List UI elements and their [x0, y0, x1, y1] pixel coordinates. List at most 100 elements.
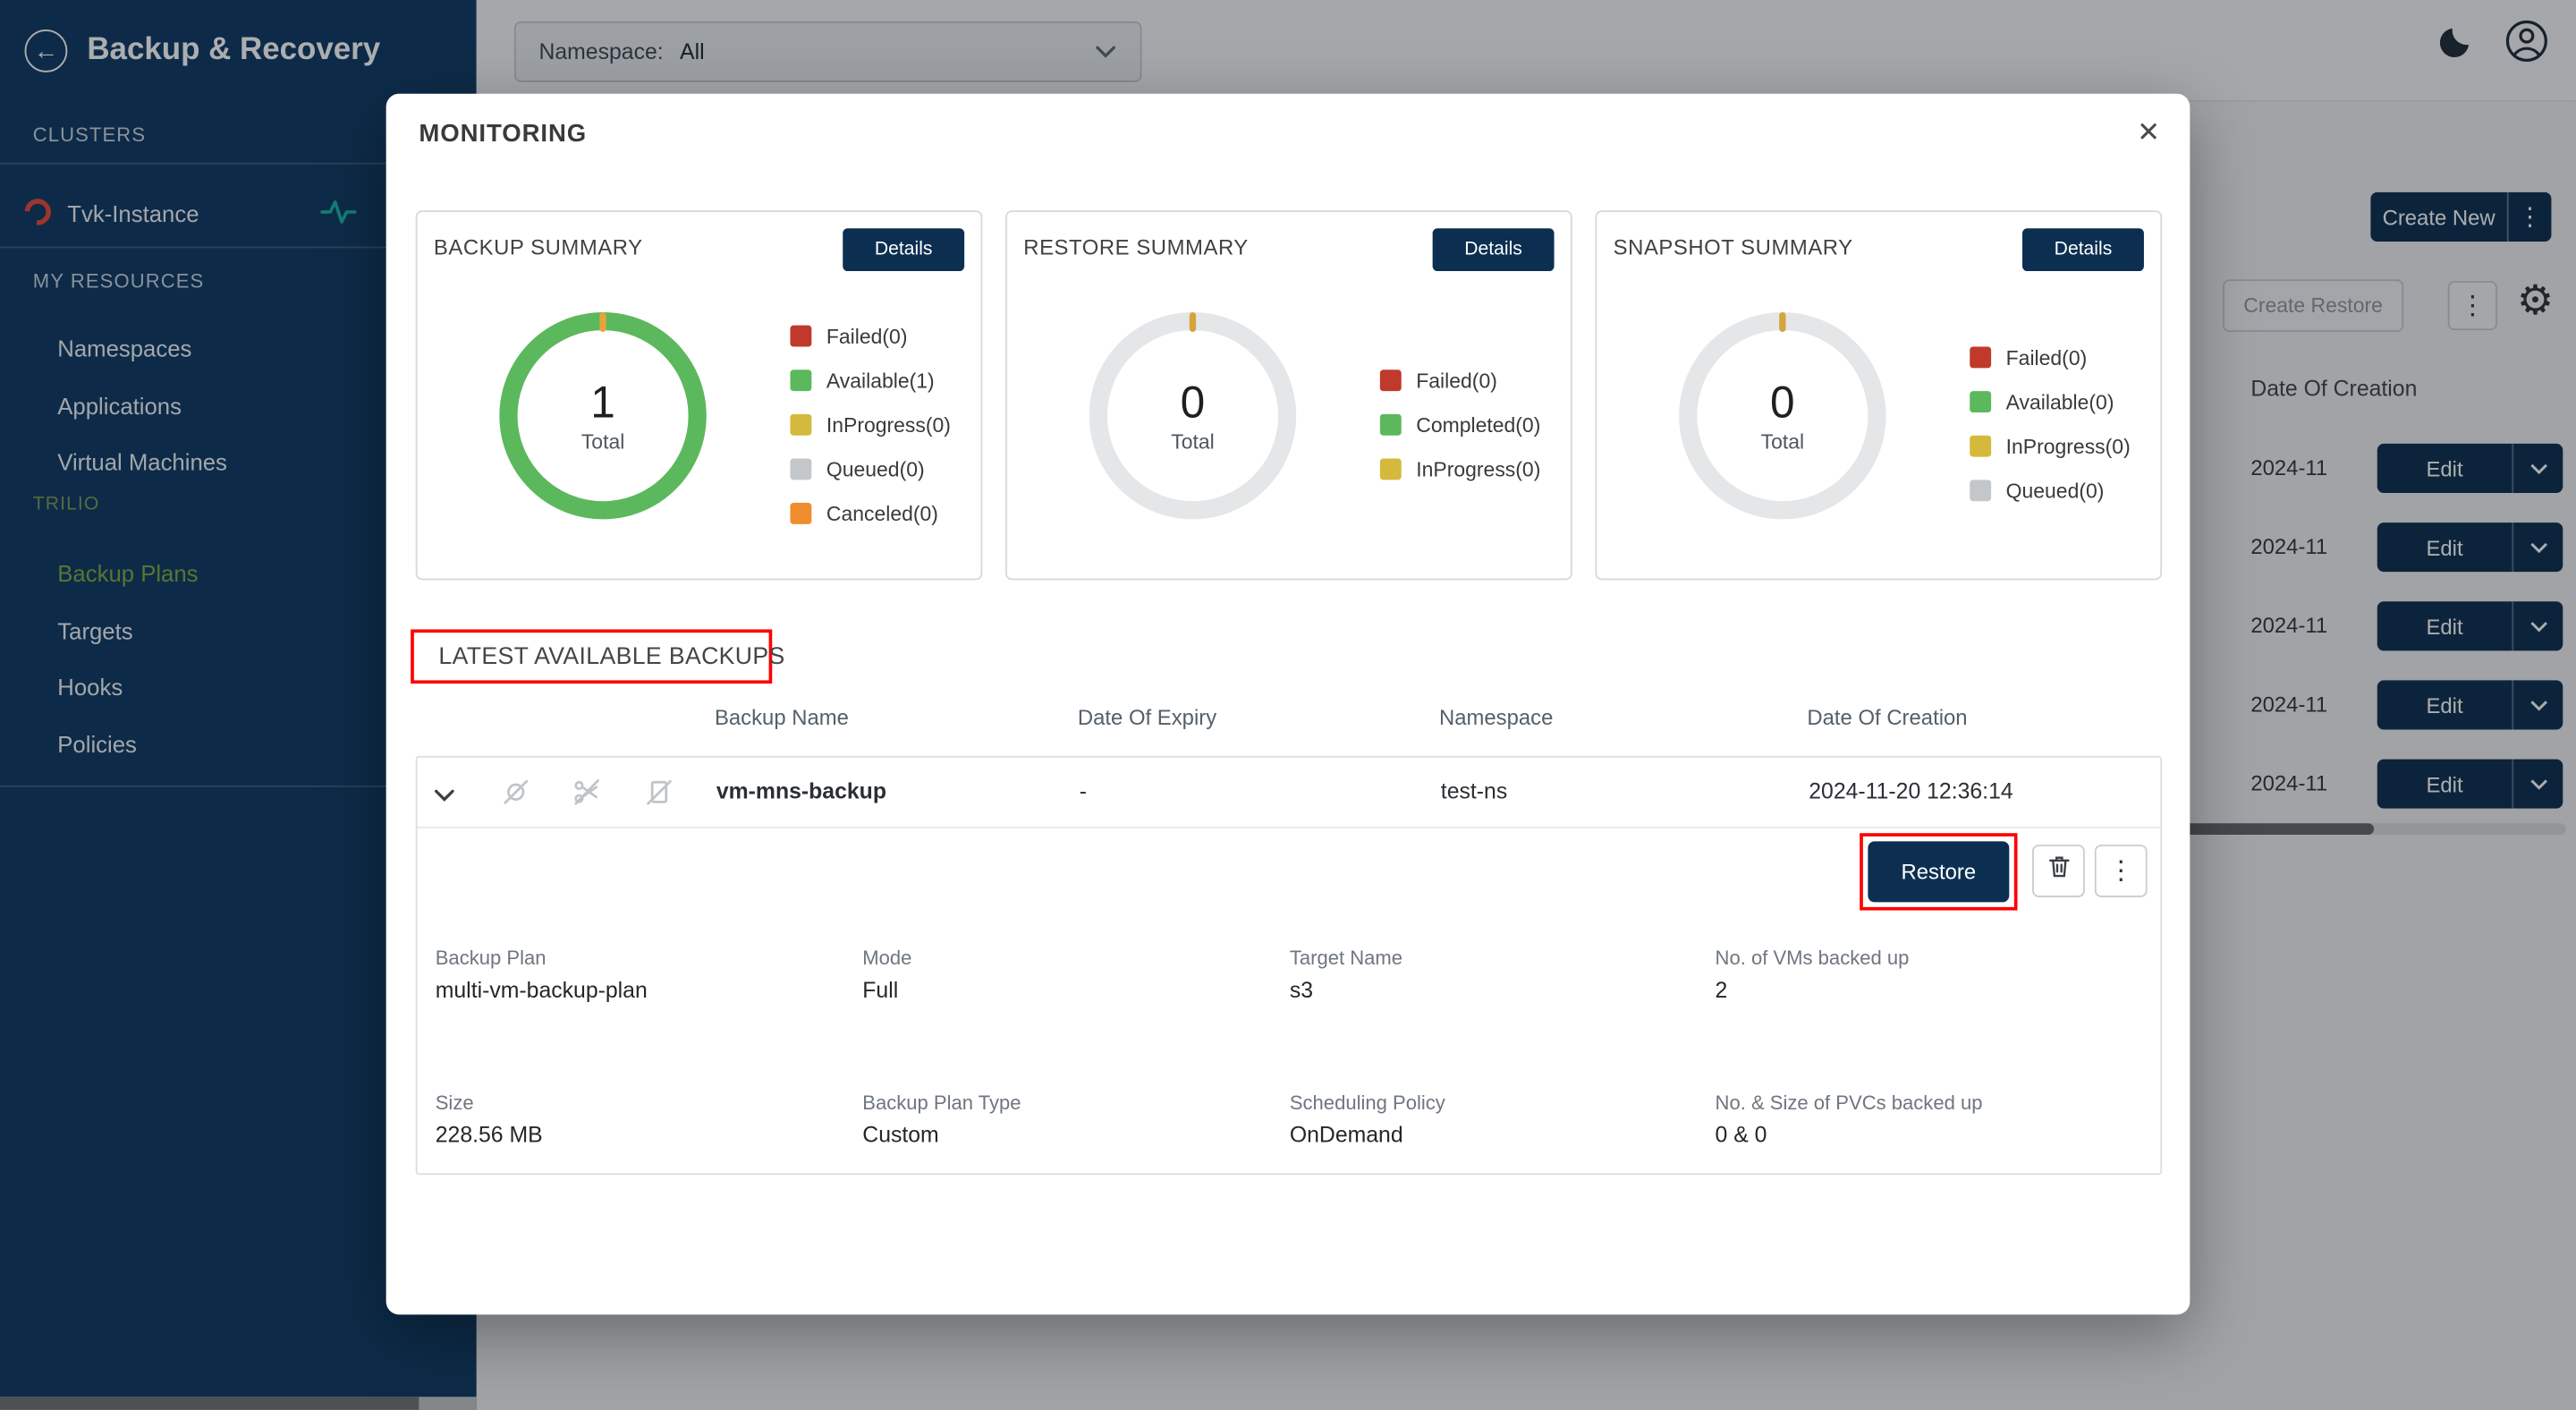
- snapshot-donut-chart: 0 Total: [1679, 312, 1885, 519]
- legend-item: Failed(0): [790, 314, 951, 359]
- field-value: 0 & 0: [1716, 1122, 1983, 1147]
- legend-swatch: [790, 503, 811, 524]
- cell-backup-name: vm-mns-backup: [716, 779, 886, 804]
- field-value: Full: [862, 978, 911, 1003]
- legend-swatch: [1970, 480, 1991, 501]
- field-value: 228.56 MB: [436, 1122, 543, 1147]
- legend-swatch: [790, 414, 811, 436]
- field-target-name: Target Name s3: [1290, 947, 1402, 1002]
- cell-namespace: test-ns: [1441, 779, 1507, 804]
- column-header-date-of-creation: Date Of Creation: [1807, 705, 1967, 730]
- field-label: Size: [436, 1091, 543, 1115]
- legend-swatch: [790, 369, 811, 391]
- legend-item: Queued(0): [1970, 468, 2131, 513]
- legend-item: Failed(0): [1380, 358, 1541, 403]
- field-label: Backup Plan: [436, 947, 648, 970]
- total-value: 1: [590, 378, 615, 429]
- legend-label: Failed(0): [826, 325, 908, 348]
- summary-cards: BACKUP SUMMARY Details 1 Total Failed(0)…: [416, 210, 2162, 580]
- legend-swatch: [1380, 458, 1402, 480]
- legend-swatch: [790, 326, 811, 347]
- retention-disabled-icon: [642, 776, 675, 817]
- column-header-date-of-expiry: Date Of Expiry: [1078, 705, 1216, 730]
- chevron-down-expander-icon[interactable]: [434, 782, 455, 811]
- legend-swatch: [1970, 347, 1991, 369]
- legend-label: InProgress(0): [826, 413, 951, 437]
- encryption-disabled-icon: [499, 776, 532, 817]
- legend-label: Available(0): [2006, 390, 2114, 413]
- legend-swatch: [1970, 391, 1991, 412]
- trash-icon: [2045, 853, 2072, 888]
- field-value: 2: [1716, 978, 1910, 1003]
- annotation-highlight-latest-backups: LATEST AVAILABLE BACKUPS: [411, 629, 772, 684]
- legend: Failed(0) Available(0) InProgress(0) Que…: [1970, 336, 2131, 513]
- exclude-disabled-icon: [570, 776, 603, 817]
- legend-label: Queued(0): [2006, 479, 2105, 502]
- field-value: Custom: [862, 1122, 1021, 1147]
- field-label: Scheduling Policy: [1290, 1091, 1445, 1115]
- legend-swatch: [1380, 414, 1402, 436]
- app-root: ← Backup & Recovery CLUSTERS Tvk-Instanc…: [0, 0, 2576, 1410]
- modal-title: MONITORING: [419, 120, 587, 148]
- legend-label: Failed(0): [1416, 369, 1497, 392]
- legend-label: Canceled(0): [826, 502, 938, 525]
- legend: Failed(0) Completed(0) InProgress(0): [1380, 358, 1541, 491]
- donut-center: 1 Total: [499, 312, 706, 519]
- latest-backups-section-title: LATEST AVAILABLE BACKUPS: [414, 643, 785, 669]
- legend-item: Failed(0): [1970, 336, 2131, 380]
- total-label: Total: [1171, 430, 1215, 454]
- card-title: BACKUP SUMMARY: [434, 235, 643, 260]
- legend-item: InProgress(0): [790, 403, 951, 447]
- legend-label: Available(1): [826, 369, 935, 392]
- card-title: SNAPSHOT SUMMARY: [1614, 235, 1853, 260]
- legend-item: Completed(0): [1380, 403, 1541, 447]
- field-value: s3: [1290, 978, 1402, 1003]
- backup-summary-card: BACKUP SUMMARY Details 1 Total Failed(0)…: [416, 210, 983, 580]
- field-label: Mode: [862, 947, 911, 970]
- legend: Failed(0) Available(1) InProgress(0) Que…: [790, 314, 951, 536]
- column-header-backup-name: Backup Name: [715, 705, 849, 730]
- field-value: multi-vm-backup-plan: [436, 978, 648, 1003]
- details-button[interactable]: Details: [843, 228, 964, 271]
- delete-backup-button[interactable]: [2032, 845, 2085, 897]
- card-title: RESTORE SUMMARY: [1023, 235, 1249, 260]
- annotation-highlight-restore: [1860, 833, 2017, 910]
- total-label: Total: [1761, 430, 1805, 454]
- monitoring-modal: MONITORING ✕ BACKUP SUMMARY Details 1 To…: [386, 94, 2190, 1315]
- total-label: Total: [581, 430, 625, 454]
- donut-center: 0 Total: [1679, 312, 1885, 519]
- details-button[interactable]: Details: [1433, 228, 1555, 271]
- cell-date-of-creation: 2024-11-20 12:36:14: [1809, 779, 2012, 804]
- legend-swatch: [1970, 436, 1991, 457]
- row-kebab-menu-button[interactable]: ⋮: [2095, 845, 2148, 897]
- legend-label: Completed(0): [1416, 413, 1540, 437]
- column-header-namespace: Namespace: [1439, 705, 1553, 730]
- field-value: OnDemand: [1290, 1122, 1445, 1147]
- field-backup-plan: Backup Plan multi-vm-backup-plan: [436, 947, 648, 1002]
- field-label: Target Name: [1290, 947, 1402, 970]
- details-button[interactable]: Details: [2022, 228, 2144, 271]
- legend-label: Failed(0): [2006, 346, 2088, 369]
- backup-row: vm-mns-backup - test-ns 2024-11-20 12:36…: [418, 758, 2161, 828]
- field-vms-backed-up: No. of VMs backed up 2: [1716, 947, 1910, 1002]
- donut-center: 0 Total: [1089, 312, 1296, 519]
- legend-item: InProgress(0): [1380, 447, 1541, 492]
- restore-summary-card: RESTORE SUMMARY Details 0 Total Failed(0…: [1005, 210, 1572, 580]
- legend-item: InProgress(0): [1970, 424, 2131, 469]
- legend-swatch: [790, 458, 811, 480]
- legend-label: Queued(0): [826, 458, 925, 481]
- restore-donut-chart: 0 Total: [1089, 312, 1296, 519]
- total-value: 0: [1770, 378, 1795, 429]
- legend-item: Queued(0): [790, 447, 951, 492]
- field-mode: Mode Full: [862, 947, 911, 1002]
- backup-row-container: vm-mns-backup - test-ns 2024-11-20 12:36…: [416, 756, 2162, 1175]
- legend-label: InProgress(0): [2006, 435, 2131, 458]
- field-size: Size 228.56 MB: [436, 1091, 543, 1147]
- field-label: No. of VMs backed up: [1716, 947, 1910, 970]
- field-backup-plan-type: Backup Plan Type Custom: [862, 1091, 1021, 1147]
- field-label: No. & Size of PVCs backed up: [1716, 1091, 1983, 1115]
- close-icon[interactable]: ✕: [2137, 116, 2160, 149]
- field-scheduling-policy: Scheduling Policy OnDemand: [1290, 1091, 1445, 1147]
- legend-label: InProgress(0): [1416, 458, 1540, 481]
- field-pvcs-backed-up: No. & Size of PVCs backed up 0 & 0: [1716, 1091, 1983, 1147]
